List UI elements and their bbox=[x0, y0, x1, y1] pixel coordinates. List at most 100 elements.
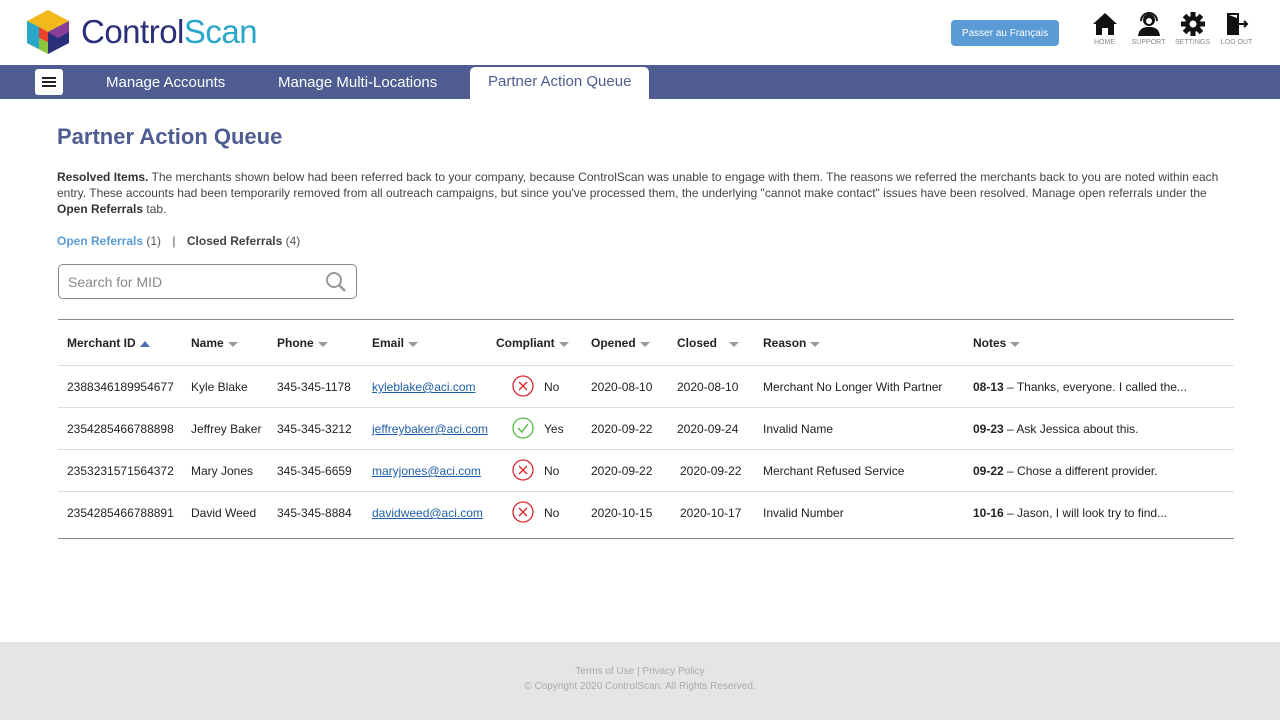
col-compliant[interactable]: Compliant bbox=[496, 336, 569, 350]
open-referrals-count: (1) bbox=[146, 234, 162, 248]
col-closed[interactable]: Closed bbox=[677, 336, 740, 350]
cell-closed: 2020-08-10 bbox=[677, 380, 739, 394]
cell-reason: Merchant No Longer With Partner bbox=[763, 380, 943, 394]
cell-closed: 2020-09-22 bbox=[680, 464, 742, 478]
cell-opened: 2020-09-22 bbox=[591, 464, 653, 478]
cell-email: kyleblake@aci.com bbox=[372, 380, 476, 394]
nav-bar: Manage Accounts Manage Multi-Locations P… bbox=[0, 65, 1280, 99]
cell-notes[interactable]: 10-16 – Jason, I will look try to find..… bbox=[973, 506, 1167, 520]
table-row[interactable]: 2354285466788891 David Weed 345-345-8884… bbox=[58, 492, 1234, 538]
cell-email: davidweed@aci.com bbox=[372, 506, 483, 520]
search-input[interactable] bbox=[68, 271, 318, 293]
hamburger-menu-button[interactable] bbox=[35, 69, 63, 95]
cell-notes[interactable]: 08-13 – Thanks, everyone. I called the..… bbox=[973, 380, 1187, 394]
sort-caret-icon bbox=[810, 341, 821, 347]
cell-name: Mary Jones bbox=[191, 464, 254, 478]
cell-notes[interactable]: 09-23 – Ask Jessica about this. bbox=[973, 422, 1138, 436]
col-name[interactable]: Name bbox=[191, 336, 238, 350]
cell-reason: Merchant Refused Service bbox=[763, 464, 905, 478]
referral-filters: Open Referrals (1) | Closed Referrals (4… bbox=[57, 234, 300, 248]
support-label: SUPPORT bbox=[1131, 39, 1166, 46]
email-link[interactable]: jeffreybaker@aci.com bbox=[372, 422, 488, 436]
sort-caret-icon bbox=[227, 341, 238, 347]
cell-merchant-id: 2354285466788898 bbox=[67, 422, 174, 436]
cell-merchant-id: 2388346189954677 bbox=[67, 380, 174, 394]
controlscan-logo[interactable]: ControlScan bbox=[27, 10, 258, 54]
cell-opened: 2020-10-15 bbox=[591, 506, 653, 520]
header: ControlScan Passer au Français HOME SUPP… bbox=[0, 0, 1280, 65]
cell-phone: 345-345-1178 bbox=[277, 380, 351, 394]
compliant-check-icon bbox=[512, 417, 534, 439]
tab-manage-multi-locations[interactable]: Manage Multi-Locations bbox=[278, 65, 437, 99]
email-link[interactable]: maryjones@aci.com bbox=[372, 464, 481, 478]
settings-button[interactable]: SETTINGS bbox=[1175, 12, 1210, 46]
home-button[interactable]: HOME bbox=[1087, 12, 1122, 46]
description: Resolved Items. The merchants shown belo… bbox=[57, 169, 1232, 217]
closed-referrals-link[interactable]: Closed Referrals bbox=[187, 234, 282, 248]
home-label: HOME bbox=[1094, 39, 1115, 46]
privacy-link[interactable]: Privacy Policy bbox=[642, 666, 704, 677]
support-button[interactable]: SUPPORT bbox=[1131, 12, 1166, 46]
cell-opened: 2020-08-10 bbox=[591, 380, 653, 394]
email-link[interactable]: kyleblake@aci.com bbox=[372, 380, 476, 394]
description-heading: Resolved Items. bbox=[57, 170, 149, 184]
cell-compliant: No bbox=[544, 464, 560, 478]
top-icons: HOME SUPPORT SETTINGS LOG OUT bbox=[1087, 12, 1254, 46]
language-button[interactable]: Passer au Français bbox=[951, 20, 1059, 46]
cell-compliant: Yes bbox=[544, 422, 564, 436]
col-notes[interactable]: Notes bbox=[973, 336, 1021, 350]
logout-icon bbox=[1226, 13, 1248, 35]
sort-caret-icon bbox=[558, 341, 569, 347]
sort-caret-icon bbox=[729, 341, 740, 347]
cell-closed: 2020-09-24 bbox=[677, 422, 739, 436]
open-referrals-link[interactable]: Open Referrals bbox=[57, 234, 143, 248]
noncompliant-x-icon bbox=[512, 501, 534, 523]
table-row[interactable]: 2354285466788898 Jeffrey Baker 345-345-3… bbox=[58, 408, 1234, 450]
description-open-referrals: Open Referrals bbox=[57, 202, 144, 216]
col-reason[interactable]: Reason bbox=[763, 336, 821, 350]
footer-links: Terms of Use | Privacy Policy bbox=[0, 666, 1280, 677]
tab-partner-action-queue[interactable]: Partner Action Queue bbox=[470, 67, 650, 99]
search-box bbox=[58, 264, 357, 299]
email-link[interactable]: davidweed@aci.com bbox=[372, 506, 483, 520]
description-text: The merchants shown below had been refer… bbox=[57, 170, 1219, 200]
cell-closed: 2020-10-17 bbox=[680, 506, 742, 520]
referrals-table: Merchant ID Name Phone Email Compliant O… bbox=[58, 319, 1234, 539]
home-icon bbox=[1092, 13, 1117, 35]
cell-name: Kyle Blake bbox=[191, 380, 248, 394]
terms-link[interactable]: Terms of Use bbox=[575, 666, 634, 677]
search-icon[interactable] bbox=[325, 271, 347, 293]
footer: Terms of Use | Privacy Policy © Copyrigh… bbox=[0, 642, 1280, 720]
tab-manage-accounts[interactable]: Manage Accounts bbox=[106, 65, 225, 99]
sort-caret-icon bbox=[1010, 341, 1021, 347]
cell-phone: 345-345-8884 bbox=[277, 506, 352, 520]
logo-cube-icon bbox=[27, 10, 69, 54]
cell-name: David Weed bbox=[191, 506, 257, 520]
col-opened[interactable]: Opened bbox=[591, 336, 650, 350]
cell-name: Jeffrey Baker bbox=[191, 422, 262, 436]
col-merchant-id[interactable]: Merchant ID bbox=[67, 336, 150, 350]
gear-icon bbox=[1180, 12, 1205, 36]
cell-reason: Invalid Name bbox=[763, 422, 834, 436]
noncompliant-x-icon bbox=[512, 375, 534, 397]
cell-email: maryjones@aci.com bbox=[372, 464, 481, 478]
cell-reason: Invalid Number bbox=[763, 506, 844, 520]
table-row[interactable]: 2388346189954677 Kyle Blake 345-345-1178… bbox=[58, 366, 1234, 408]
col-phone[interactable]: Phone bbox=[277, 336, 328, 350]
cell-opened: 2020-09-22 bbox=[591, 422, 653, 436]
sort-caret-icon bbox=[639, 341, 650, 347]
cell-compliant: No bbox=[544, 380, 560, 394]
copyright: © Copyright 2020 ControlScan. All Rights… bbox=[524, 681, 756, 692]
logout-button[interactable]: LOG OUT bbox=[1219, 12, 1254, 46]
sort-caret-icon bbox=[317, 341, 328, 347]
cell-notes[interactable]: 09-22 – Chose a different provider. bbox=[973, 464, 1158, 478]
cell-phone: 345-345-3212 bbox=[277, 422, 352, 436]
support-icon bbox=[1137, 12, 1160, 36]
settings-label: SETTINGS bbox=[1175, 39, 1211, 46]
table-row[interactable]: 2353231571564372 Mary Jones 345-345-6659… bbox=[58, 450, 1234, 492]
closed-referrals-count: (4) bbox=[285, 234, 301, 248]
cell-compliant: No bbox=[544, 506, 560, 520]
sort-caret-icon bbox=[408, 341, 419, 347]
noncompliant-x-icon bbox=[512, 459, 534, 481]
col-email[interactable]: Email bbox=[372, 336, 419, 350]
